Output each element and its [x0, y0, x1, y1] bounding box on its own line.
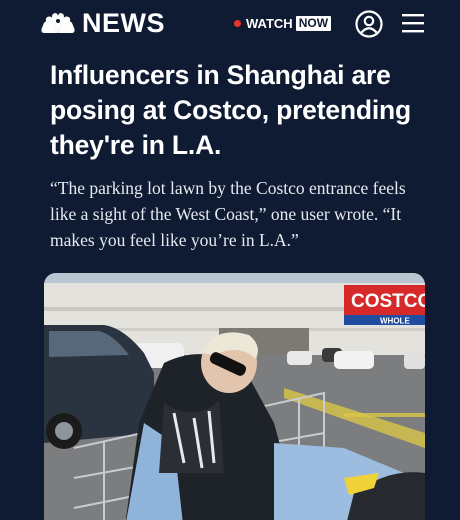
peacock-icon — [41, 13, 75, 33]
watch-now-button[interactable]: WATCH NOW — [234, 14, 332, 32]
nbc-news-logo[interactable]: NEWS — [40, 7, 165, 38]
account-icon[interactable] — [355, 10, 383, 38]
now-badge: NOW — [295, 15, 332, 31]
live-dot-icon — [234, 19, 241, 27]
store-sign-sub-text: WHOLE — [380, 317, 410, 326]
hamburger-menu-icon[interactable] — [401, 12, 425, 34]
top-nav-bar: NEWS WATCH NOW — [0, 0, 460, 48]
watch-label: WATCH — [246, 15, 293, 31]
store-sign-text: COSTCO — [351, 291, 425, 312]
article-headline[interactable]: Influencers in Shanghai are posing at Co… — [50, 58, 430, 163]
article-hero-image[interactable]: COSTCO WHOLE — [44, 273, 425, 520]
article-dek: “The parking lot lawn by the Costco entr… — [50, 178, 406, 250]
costco-photo-illustration: COSTCO WHOLE — [44, 273, 425, 520]
logo-text: NEWS — [82, 7, 165, 38]
